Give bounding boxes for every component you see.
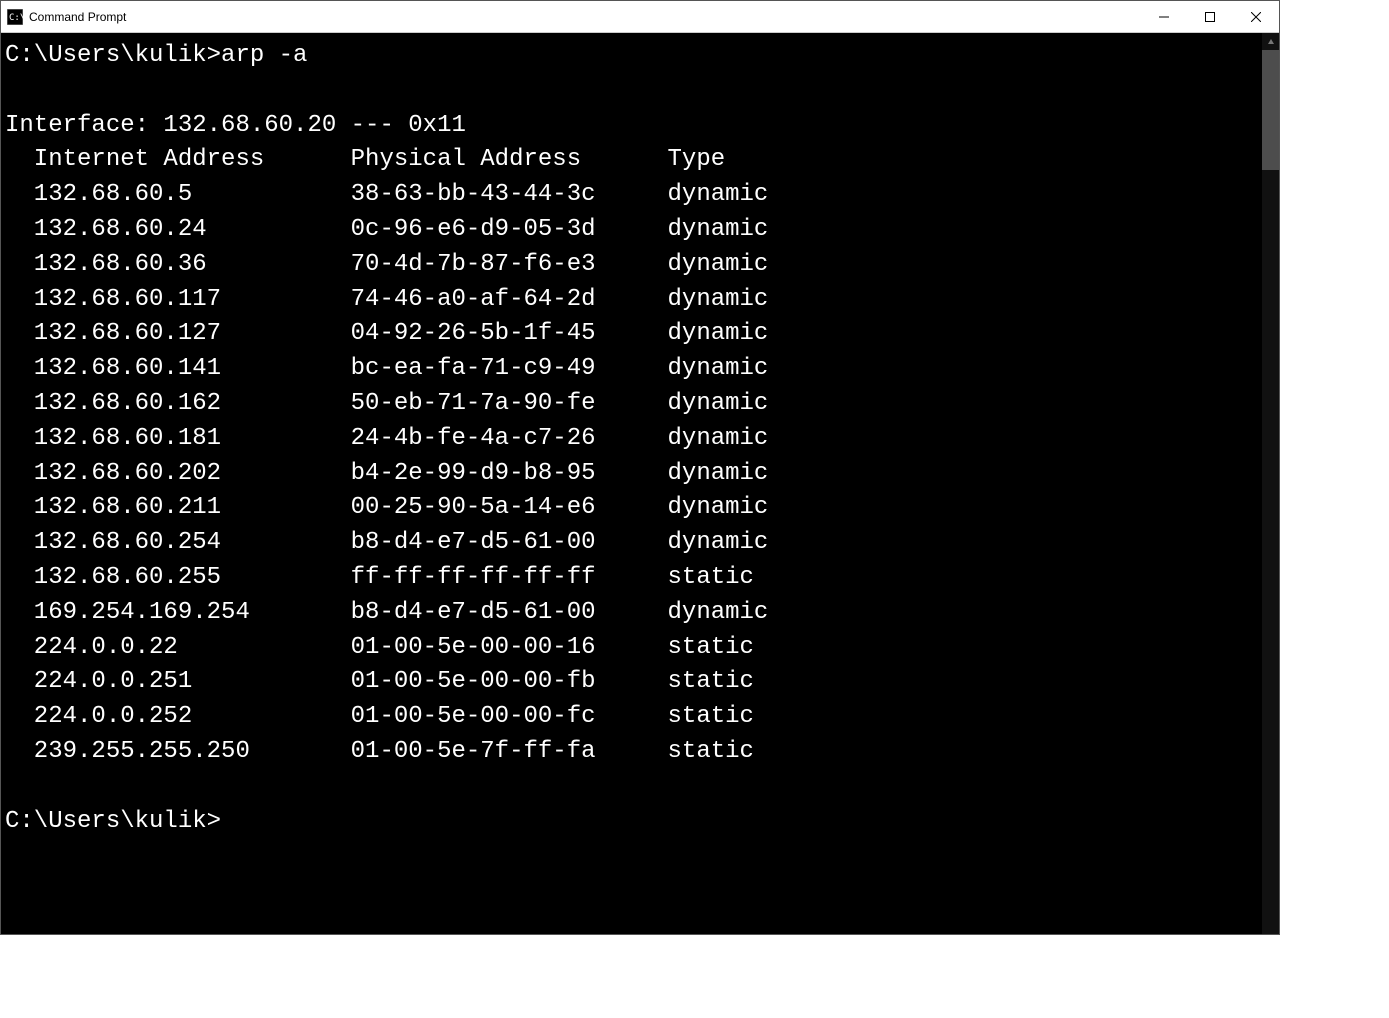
command-prompt-window: C:\ Command Prompt C:\Users\kulik>arp -a… bbox=[0, 0, 1280, 935]
close-button[interactable] bbox=[1233, 1, 1279, 32]
app-icon: C:\ bbox=[7, 9, 23, 25]
terminal-area: C:\Users\kulik>arp -a Interface: 132.68.… bbox=[1, 33, 1279, 934]
maximize-button[interactable] bbox=[1187, 1, 1233, 32]
scroll-up-icon[interactable] bbox=[1262, 33, 1279, 50]
scroll-thumb[interactable] bbox=[1262, 50, 1279, 170]
terminal-output[interactable]: C:\Users\kulik>arp -a Interface: 132.68.… bbox=[1, 33, 1262, 934]
window-title: Command Prompt bbox=[29, 10, 1141, 24]
minimize-button[interactable] bbox=[1141, 1, 1187, 32]
svg-text:C:\: C:\ bbox=[9, 13, 23, 23]
titlebar[interactable]: C:\ Command Prompt bbox=[1, 1, 1279, 33]
window-controls bbox=[1141, 1, 1279, 32]
scrollbar[interactable] bbox=[1262, 33, 1279, 934]
